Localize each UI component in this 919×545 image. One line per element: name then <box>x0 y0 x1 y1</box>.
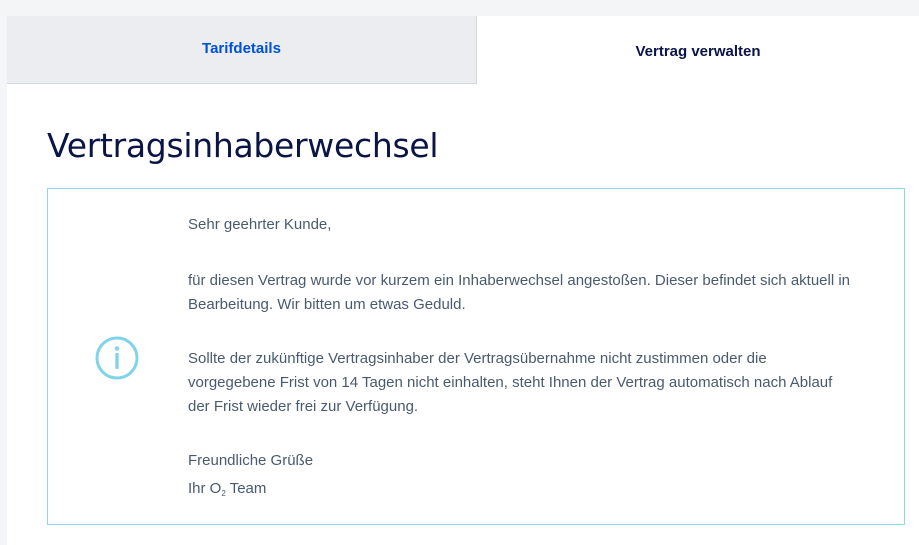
tab-vertrag-verwalten-label: Vertrag verwalten <box>635 42 761 60</box>
info-notice-box: Sehr geehrter Kunde, für diesen Vertrag … <box>47 188 905 525</box>
tab-bar: Tarifdetails Vertrag verwalten <box>7 16 919 84</box>
tab-vertrag-verwalten[interactable]: Vertrag verwalten <box>476 16 919 84</box>
notice-paragraph-status: für diesen Vertrag wurde vor kurzem ein … <box>188 272 851 313</box>
content-panel: Tarifdetails Vertrag verwalten Vertragsi… <box>7 16 919 545</box>
signature-prefix: Ihr O <box>188 480 222 497</box>
notice-greeting: Sehr geehrter Kunde, <box>188 216 332 233</box>
notice-message: Sehr geehrter Kunde, für diesen Vertrag … <box>188 213 858 506</box>
notice-signoff: Freundliche Grüße Ihr O2 Team <box>188 449 858 506</box>
tab-tarifdetails[interactable]: Tarifdetails <box>7 16 476 84</box>
page-title: Vertragsinhaberwechsel <box>47 126 439 165</box>
notice-closing: Freundliche Grüße <box>188 452 314 469</box>
notice-paragraph-deadline: Sollte der zukünftige Vertragsinhaber de… <box>188 350 833 415</box>
info-circle-icon <box>95 336 139 380</box>
signature-suffix: Team <box>225 480 267 497</box>
notice-signature: Ihr O2 Team <box>188 477 858 506</box>
tab-tarifdetails-label: Tarifdetails <box>202 40 281 57</box>
